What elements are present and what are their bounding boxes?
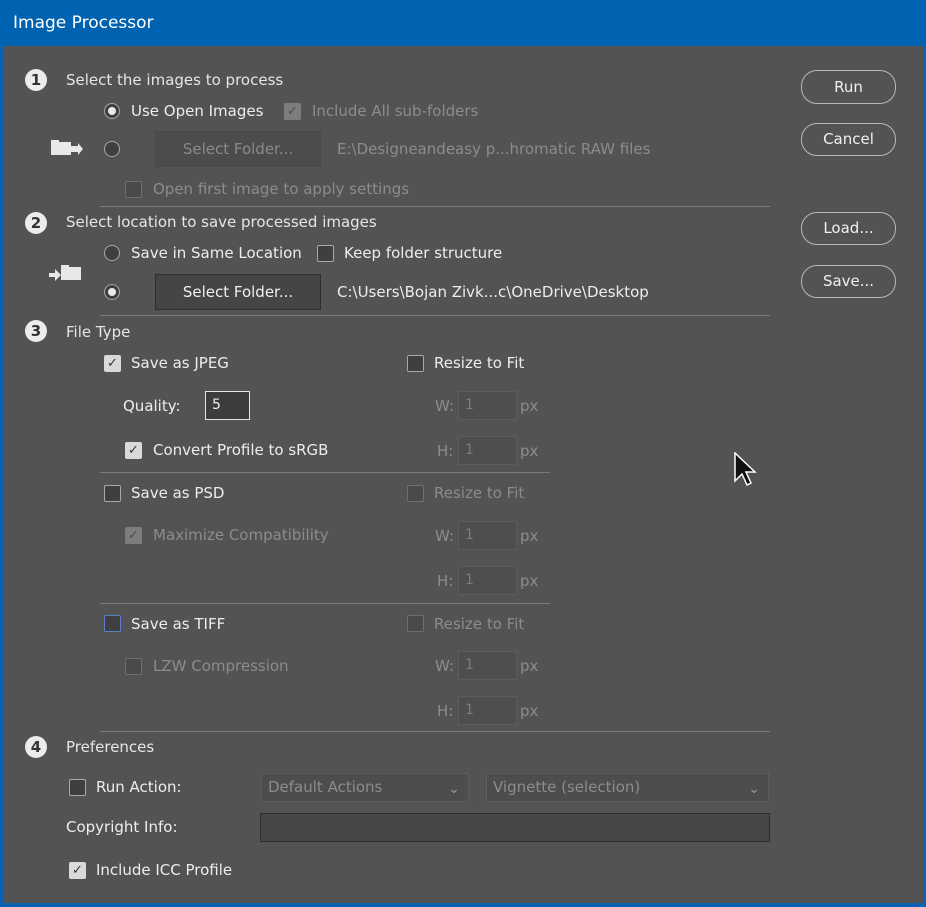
separator-3 [100, 731, 770, 732]
open-first-image-checkbox[interactable] [125, 181, 142, 198]
psd-height-input[interactable]: 1 [458, 566, 517, 595]
copyright-input[interactable] [260, 813, 770, 842]
convert-profile-checkbox[interactable]: ✓ [125, 442, 142, 459]
include-subfolders-checkbox[interactable]: ✓ [284, 103, 301, 120]
separator-jpeg [100, 472, 550, 473]
psd-width-input[interactable]: 1 [458, 521, 517, 550]
separator-2 [100, 315, 770, 316]
run-action-checkbox[interactable] [69, 779, 86, 796]
save-settings-button[interactable]: Save... [801, 265, 896, 298]
save-as-jpeg-label: Save as JPEG [131, 354, 229, 372]
keep-folder-structure-checkbox[interactable] [317, 245, 334, 262]
step-2-badge: 2 [25, 212, 47, 234]
copyright-label: Copyright Info: [66, 818, 178, 836]
jpeg-resize-checkbox[interactable] [407, 355, 424, 372]
psd-height-label: H: [437, 572, 454, 590]
jpeg-height-input[interactable]: 1 [458, 436, 517, 465]
run-button[interactable]: Run [801, 70, 896, 104]
jpeg-resize-label: Resize to Fit [434, 354, 525, 372]
tiff-height-label: H: [437, 702, 454, 720]
jpeg-height-unit: px [520, 442, 539, 460]
jpeg-height-label: H: [437, 442, 454, 460]
section-1-title: Select the images to process [66, 71, 284, 89]
save-as-psd-checkbox[interactable] [104, 485, 121, 502]
include-subfolders-label: Include All sub-folders [312, 102, 479, 120]
action-set-dropdown[interactable]: Default Actions ⌄ [261, 773, 469, 802]
step-4-badge: 4 [25, 736, 47, 758]
save-same-location-radio[interactable] [104, 245, 120, 261]
keep-folder-structure-label: Keep folder structure [344, 244, 503, 262]
select-destination-folder-radio[interactable] [104, 284, 120, 300]
jpeg-width-unit: px [520, 397, 539, 415]
select-destination-folder-button[interactable]: Select Folder... [155, 274, 321, 310]
select-source-folder-radio[interactable] [104, 141, 120, 157]
dialog-panel: Run Cancel Load... Save... 1 Select the … [3, 46, 923, 903]
action-dropdown[interactable]: Vignette (selection) ⌄ [486, 773, 769, 802]
step-3-badge: 3 [25, 320, 47, 342]
use-open-images-radio[interactable] [104, 103, 120, 119]
chevron-down-icon: ⌄ [748, 781, 760, 797]
save-as-jpeg-checkbox[interactable]: ✓ [104, 355, 121, 372]
section-3-title: File Type [66, 323, 131, 341]
title-bar: Image Processor [0, 0, 926, 46]
maximize-compatibility-checkbox[interactable]: ✓ [125, 527, 142, 544]
chevron-down-icon: ⌄ [448, 781, 460, 797]
lzw-compression-checkbox[interactable] [125, 658, 142, 675]
lzw-compression-label: LZW Compression [153, 657, 289, 675]
window-title: Image Processor [13, 13, 154, 33]
section-2-title: Select location to save processed images [66, 213, 377, 231]
tiff-height-input[interactable]: 1 [458, 696, 517, 725]
save-same-location-label: Save in Same Location [131, 244, 302, 262]
psd-resize-label: Resize to Fit [434, 484, 525, 502]
step-1-badge: 1 [25, 69, 47, 91]
action-set-value: Default Actions [268, 778, 383, 796]
quality-label: Quality: [123, 397, 181, 415]
jpeg-width-input[interactable]: 1 [458, 391, 517, 420]
destination-folder-path: C:\Users\Bojan Zivk...c\OneDrive\Desktop [337, 283, 649, 301]
include-icc-label: Include ICC Profile [96, 861, 233, 879]
jpeg-width-label: W: [435, 397, 455, 415]
select-source-folder-button[interactable]: Select Folder... [155, 131, 321, 167]
section-4-title: Preferences [66, 738, 155, 756]
use-open-images-label: Use Open Images [131, 102, 264, 120]
save-as-psd-label: Save as PSD [131, 484, 225, 502]
quality-input[interactable]: 5 [205, 391, 250, 420]
maximize-compatibility-label: Maximize Compatibility [153, 526, 329, 544]
separator-1 [100, 206, 770, 207]
include-icc-checkbox[interactable]: ✓ [69, 862, 86, 879]
run-action-label: Run Action: [96, 778, 182, 796]
psd-height-unit: px [520, 572, 539, 590]
tiff-resize-checkbox[interactable] [407, 615, 424, 632]
separator-psd [100, 603, 550, 604]
source-folder-path: E:\Designeandeasy p...hromatic RAW files [337, 140, 651, 158]
psd-width-unit: px [520, 527, 539, 545]
destination-folder-icon [49, 265, 81, 281]
open-first-image-label: Open first image to apply settings [153, 180, 410, 198]
cancel-button[interactable]: Cancel [801, 123, 896, 156]
save-as-tiff-checkbox[interactable] [104, 615, 121, 632]
tiff-width-input[interactable]: 1 [458, 651, 517, 680]
psd-resize-checkbox[interactable] [407, 485, 424, 502]
psd-width-label: W: [435, 527, 455, 545]
save-as-tiff-label: Save as TIFF [131, 615, 226, 633]
mouse-pointer-icon [734, 452, 757, 487]
source-folder-icon [51, 140, 83, 155]
tiff-height-unit: px [520, 702, 539, 720]
tiff-resize-label: Resize to Fit [434, 615, 525, 633]
convert-profile-label: Convert Profile to sRGB [153, 441, 329, 459]
tiff-width-unit: px [520, 657, 539, 675]
action-value: Vignette (selection) [493, 778, 641, 796]
load-button[interactable]: Load... [801, 212, 896, 245]
tiff-width-label: W: [435, 657, 455, 675]
